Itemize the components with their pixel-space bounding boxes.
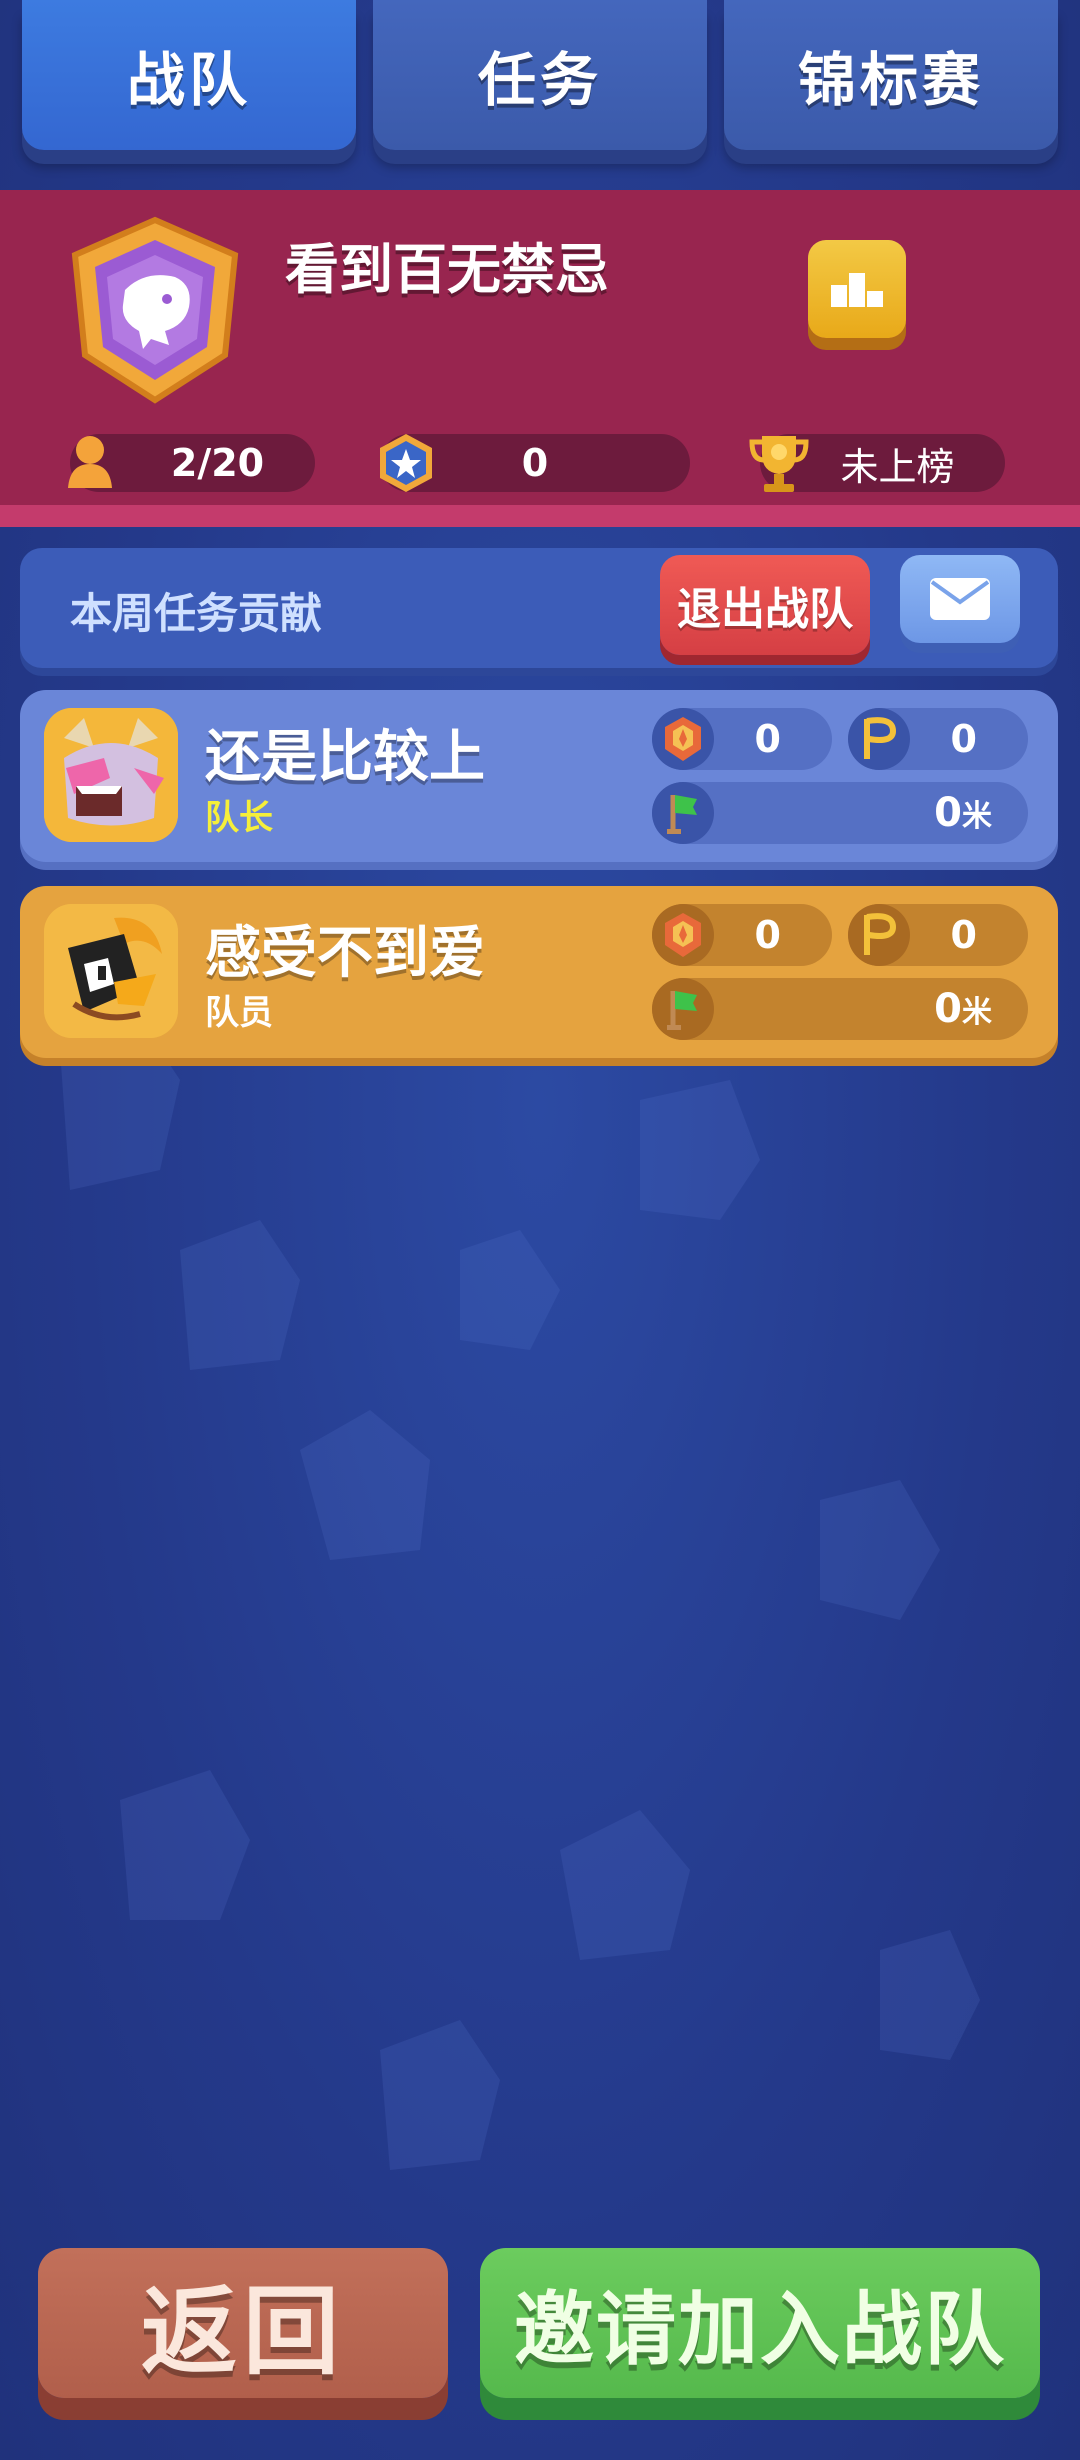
members-count: 2/20 — [170, 441, 265, 485]
distance-unit: 米 — [962, 799, 992, 834]
avatar — [44, 904, 178, 1038]
tab-tournament-label: 锦标赛 — [797, 46, 984, 114]
tab-tasks[interactable]: 任务 — [373, 0, 707, 150]
rank-status: 未上榜 — [840, 444, 955, 489]
back-button-label: 返回 — [141, 2275, 345, 2388]
distance-unit: 米 — [962, 995, 992, 1030]
podium-icon — [831, 273, 883, 307]
leave-team-button[interactable]: 退出战队 — [660, 555, 870, 655]
tab-tournament[interactable]: 锦标赛 — [724, 0, 1058, 150]
medal-icon — [652, 708, 714, 770]
trophy-icon — [749, 436, 809, 492]
flag-value: 0 — [950, 717, 977, 761]
member-role: 队长 — [205, 798, 273, 838]
mail-button[interactable] — [900, 555, 1020, 643]
member-name: 感受不到爱 — [205, 921, 485, 986]
medal-value: 0 — [754, 913, 781, 957]
member-icon — [68, 436, 112, 488]
team-name: 看到百无禁忌 — [285, 238, 609, 301]
team-rank-button[interactable] — [808, 240, 906, 338]
monster-avatar-icon — [44, 708, 178, 842]
green-flag-icon — [652, 782, 714, 844]
tab-tasks-label: 任务 — [477, 46, 602, 114]
member-role: 队员 — [205, 993, 273, 1033]
star-score: 0 — [521, 441, 549, 485]
star-badge-icon — [380, 434, 432, 492]
member-name: 还是比较上 — [205, 725, 485, 790]
bird-avatar-icon — [44, 904, 178, 1038]
golden-flag-icon — [848, 708, 910, 770]
medal-value: 0 — [754, 717, 781, 761]
invite-button[interactable]: 邀请加入战队 — [480, 2248, 1040, 2398]
tab-team[interactable]: 战队 — [22, 0, 356, 150]
weekly-contribution-label: 本周任务贡献 — [70, 589, 323, 638]
back-button[interactable]: 返回 — [38, 2248, 448, 2398]
flag-value: 0 — [950, 913, 977, 957]
mail-icon — [930, 578, 990, 620]
green-flag-icon — [652, 978, 714, 1040]
invite-button-label: 邀请加入战队 — [514, 2283, 1006, 2376]
team-header-edge — [0, 505, 1080, 527]
tab-team-label: 战队 — [126, 46, 251, 114]
avatar — [44, 708, 178, 842]
medal-icon — [652, 904, 714, 966]
golden-flag-icon — [848, 904, 910, 966]
team-emblem-icon — [71, 216, 239, 404]
leave-team-label: 退出战队 — [677, 584, 853, 635]
distance-value: 0 — [934, 986, 962, 1032]
distance-value: 0 — [934, 790, 962, 836]
